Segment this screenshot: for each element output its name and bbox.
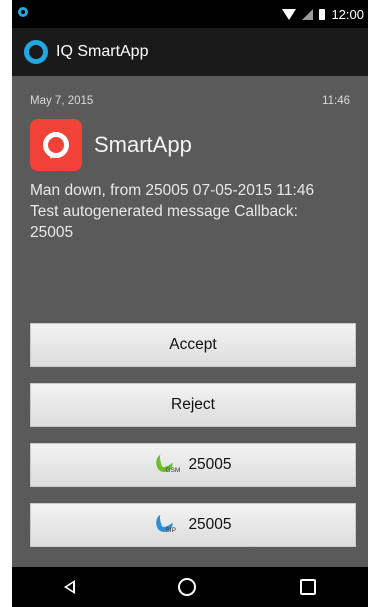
smartapp-icon <box>30 119 82 171</box>
sip-phone-icon: SIP <box>153 511 180 538</box>
app-bar: IQ SmartApp <box>12 28 368 76</box>
app-notification-icon <box>18 7 28 17</box>
status-icons: 12:00 <box>282 7 364 22</box>
app-title: IQ SmartApp <box>56 43 149 60</box>
app-logo-icon <box>24 40 48 64</box>
notification-app-header: SmartApp <box>30 119 192 171</box>
notification-date: May 7, 2015 <box>30 95 94 107</box>
message-line: 25005 <box>30 224 74 241</box>
notification-message: Man down, from 25005 07-05-2015 11:46 Te… <box>30 180 358 243</box>
back-icon[interactable] <box>63 580 75 594</box>
accept-button[interactable]: Accept <box>30 323 356 367</box>
sip-number: 25005 <box>188 516 232 533</box>
status-bar: 12:00 <box>12 0 368 28</box>
home-icon[interactable] <box>178 578 197 596</box>
gsm-phone-icon: GSM <box>153 451 180 478</box>
notification-time: 11:46 <box>322 95 350 107</box>
wifi-icon <box>282 9 297 20</box>
gsm-number: 25005 <box>188 456 232 473</box>
message-line: Man down, from 25005 07-05-2015 11:46 <box>30 182 315 199</box>
recents-icon[interactable] <box>300 579 317 595</box>
phone-screen: 12:00 IQ SmartApp May 7, 2015 11:46 Smar… <box>12 0 368 607</box>
call-sip-button[interactable]: SIP 25005 <box>30 503 356 547</box>
status-time: 12:00 <box>331 7 364 22</box>
navigation-bar <box>12 567 368 607</box>
reject-button[interactable]: Reject <box>30 383 356 427</box>
message-line: Test autogenerated message Callback: <box>30 203 298 220</box>
notification-app-name: SmartApp <box>94 132 192 157</box>
signal-icon <box>302 9 314 20</box>
battery-icon <box>319 9 326 20</box>
call-gsm-button[interactable]: GSM 25005 <box>30 443 356 487</box>
